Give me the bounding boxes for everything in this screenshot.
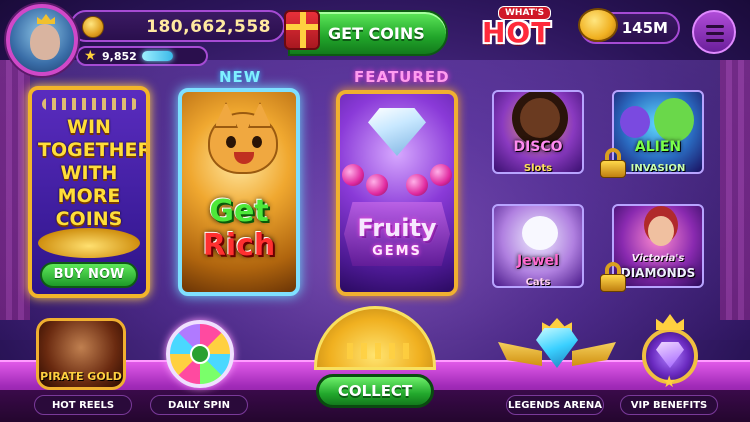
star-icon: ★ xyxy=(662,372,677,391)
lock-icon xyxy=(600,262,626,292)
menu-icon-line xyxy=(706,32,724,35)
menu-button[interactable] xyxy=(692,10,736,54)
lock-body xyxy=(600,160,626,178)
cat-mouth xyxy=(234,152,254,164)
menu-icon xyxy=(706,25,724,28)
legends-arena-label: LEGENDS ARENA xyxy=(506,395,604,415)
xp-progress-fill xyxy=(142,51,173,61)
whats-hot-top: WHAT'S xyxy=(498,6,552,20)
piggy-bank-button[interactable]: 145M xyxy=(578,8,680,44)
level-bar: ★ 9,852 xyxy=(76,46,208,66)
crown-spikes xyxy=(347,343,409,359)
jewel-cats-subtitle: Cats xyxy=(525,277,551,288)
game-fruity-gems[interactable]: Fruity GEMS xyxy=(336,90,458,296)
victoria-title: DIAMONDS xyxy=(620,266,696,280)
legends-arena-button[interactable] xyxy=(498,318,612,388)
jewel-cats-title: Jewel xyxy=(517,253,559,269)
fruity-gems-title: Fruity xyxy=(357,214,437,242)
crown-icon xyxy=(656,314,684,330)
game-jewel-cats[interactable]: Jewel Cats xyxy=(492,204,584,288)
whats-hot-button[interactable]: HOT WHAT'S xyxy=(478,6,566,56)
curtain-left xyxy=(0,60,30,320)
coin-amount: 180,662,558 xyxy=(146,17,271,37)
whats-hot-main: HOT xyxy=(482,16,552,49)
vip-benefits-button[interactable]: ★ xyxy=(628,310,712,391)
cherry-icon xyxy=(430,164,452,186)
buy-now-button[interactable]: BUY NOW xyxy=(40,262,138,288)
diamond-icon xyxy=(368,108,426,156)
alien-subtitle: INVASION xyxy=(630,163,686,174)
cat-eye xyxy=(252,136,262,148)
lucky-cat-icon xyxy=(208,112,278,174)
disco-character xyxy=(520,98,560,138)
piggy-bank-icon xyxy=(578,8,618,42)
wheel-hub xyxy=(190,344,210,364)
daily-spin-label: DAILY SPIN xyxy=(150,395,248,415)
daily-spin-wheel-icon[interactable] xyxy=(166,320,234,388)
promo-text: WIN TOGETHER WITH MORE COINS xyxy=(38,116,150,230)
avatar-face xyxy=(30,24,60,60)
game-get-rich[interactable]: Get Rich xyxy=(178,88,300,296)
vip-benefits-label: VIP BENEFITS xyxy=(620,395,718,415)
get-coins-label: GET COINS xyxy=(328,24,425,43)
lock-icon xyxy=(600,148,626,178)
disco-subtitle: Slots xyxy=(523,163,553,174)
lock-body xyxy=(600,274,626,292)
diamond-icon xyxy=(536,328,578,368)
hot-reels-button[interactable]: PIRATE GOLD xyxy=(36,318,126,390)
cherry-icon xyxy=(342,164,364,186)
get-rich-line1: Get xyxy=(209,194,269,229)
coins-pile-icon xyxy=(38,228,140,258)
alien-title: ALIEN xyxy=(634,139,682,155)
alien-character xyxy=(654,98,694,142)
white-cat-character xyxy=(522,216,558,250)
coin-icon xyxy=(82,16,104,38)
wing-icon xyxy=(498,342,542,366)
disco-title: DISCO xyxy=(513,139,563,155)
promo-lights xyxy=(42,98,138,110)
avatar[interactable] xyxy=(6,4,78,76)
piggy-bank-value: 145M xyxy=(621,19,668,37)
get-coins-button[interactable]: GET COINS xyxy=(284,10,448,56)
cat-eye xyxy=(226,136,236,148)
menu-icon-line xyxy=(706,39,724,42)
new-label: NEW xyxy=(219,68,262,86)
game-disco-slots[interactable]: DISCO Slots xyxy=(492,90,584,174)
star-icon: ★ xyxy=(84,48,97,64)
fruity-gems-subtitle: GEMS xyxy=(372,244,422,259)
wing-icon xyxy=(572,336,616,366)
cherry-icon xyxy=(406,174,428,196)
alien-character xyxy=(620,106,650,138)
cherry-icon xyxy=(366,174,388,196)
featured-label: FEATURED xyxy=(354,68,450,86)
collect-button[interactable]: COLLECT xyxy=(316,374,434,408)
promo-card[interactable]: WIN TOGETHER WITH MORE COINS BUY NOW xyxy=(28,86,150,298)
curtain-right xyxy=(720,60,750,320)
coin-balance: 180,662,558 xyxy=(70,10,285,42)
pirate-gold-logo: PIRATE GOLD xyxy=(40,370,122,383)
victoria-subtitle: Victoria's xyxy=(631,253,685,264)
get-rich-line2: Rich xyxy=(202,228,276,263)
hot-reels-label: HOT REELS xyxy=(34,395,132,415)
avatar-crown-icon xyxy=(37,14,55,24)
level-value: 9,852 xyxy=(102,50,137,63)
gift-icon xyxy=(284,10,320,50)
victoria-character xyxy=(648,216,674,246)
top-bar: 180,662,558 ★ 9,852 GET COINS HOT WHAT'S… xyxy=(0,0,750,76)
